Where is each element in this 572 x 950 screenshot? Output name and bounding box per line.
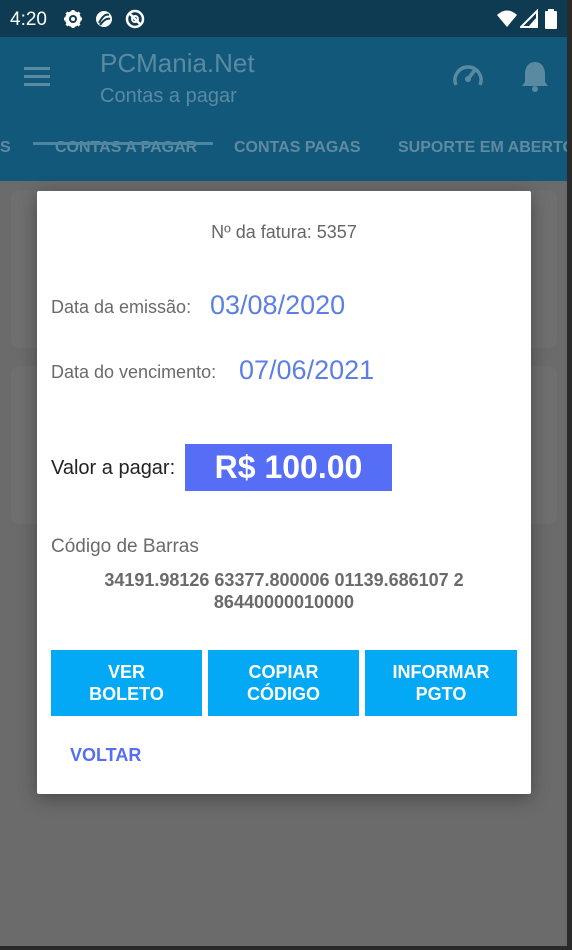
screen-edge — [567, 0, 572, 950]
view-boleto-button[interactable]: VER BOLETO — [51, 650, 202, 716]
amount-value: R$ 100.00 — [185, 444, 392, 491]
view-boleto-label: VER BOLETO — [89, 662, 164, 704]
copy-code-button[interactable]: COPIAR CÓDIGO — [208, 650, 359, 716]
no-disturb-icon — [125, 9, 145, 29]
due-date-label: Data do vencimento: — [51, 362, 217, 382]
due-date-value: 07/06/2021 — [239, 355, 375, 385]
battery-icon — [545, 9, 557, 29]
barcode-label: Código de Barras — [51, 536, 199, 557]
tab-bar: S CONTAS A PAGAR CONTAS PAGAS SUPORTE EM… — [0, 133, 572, 181]
signal-icon — [518, 8, 538, 29]
tab-contas-a-pagar[interactable]: CONTAS A PAGAR — [55, 133, 197, 181]
status-time: 4:20 — [10, 9, 47, 30]
amount-label: Valor a pagar: — [51, 457, 176, 479]
screen-edge — [0, 946, 572, 950]
barcode-value: 34191.98126 63377.800006 01139.686107 2 … — [104, 570, 464, 612]
tab-partial[interactable]: S — [0, 133, 11, 181]
status-bar: 4:20 — [0, 0, 572, 37]
invoice-number: Nº da fatura: 5357 — [211, 222, 357, 242]
tab-suporte-em-aberto[interactable]: SUPORTE EM ABERTO — [398, 133, 572, 181]
settings-icon — [63, 9, 83, 29]
copy-code-label: COPIAR CÓDIGO — [246, 662, 320, 704]
tab-contas-pagas[interactable]: CONTAS PAGAS — [234, 133, 361, 181]
inform-payment-label: INFORMAR PGTO — [392, 662, 490, 704]
menu-icon[interactable] — [22, 63, 54, 89]
sync-icon — [94, 9, 114, 29]
back-button[interactable]: VOLTAR — [70, 745, 141, 766]
wifi-icon — [496, 9, 518, 29]
app-subtitle: Contas a pagar — [100, 85, 237, 107]
app-bar: PCMania.Net Contas a pagar S CONTAS A PA… — [0, 37, 572, 181]
bell-icon[interactable] — [520, 59, 550, 93]
speedometer-icon[interactable] — [452, 61, 484, 91]
tab-indicator — [33, 142, 213, 145]
inform-payment-button[interactable]: INFORMAR PGTO — [365, 650, 517, 716]
invoice-dialog: Nº da fatura: 5357 Data da emissão: 03/0… — [37, 191, 531, 794]
issue-date-value: 03/08/2020 — [210, 290, 346, 320]
screen: 4:20 PCMania.Net Contas a pagar S CONTAS… — [0, 0, 572, 950]
app-title: PCMania.Net — [100, 48, 255, 78]
issue-date-label: Data da emissão: — [51, 297, 192, 317]
